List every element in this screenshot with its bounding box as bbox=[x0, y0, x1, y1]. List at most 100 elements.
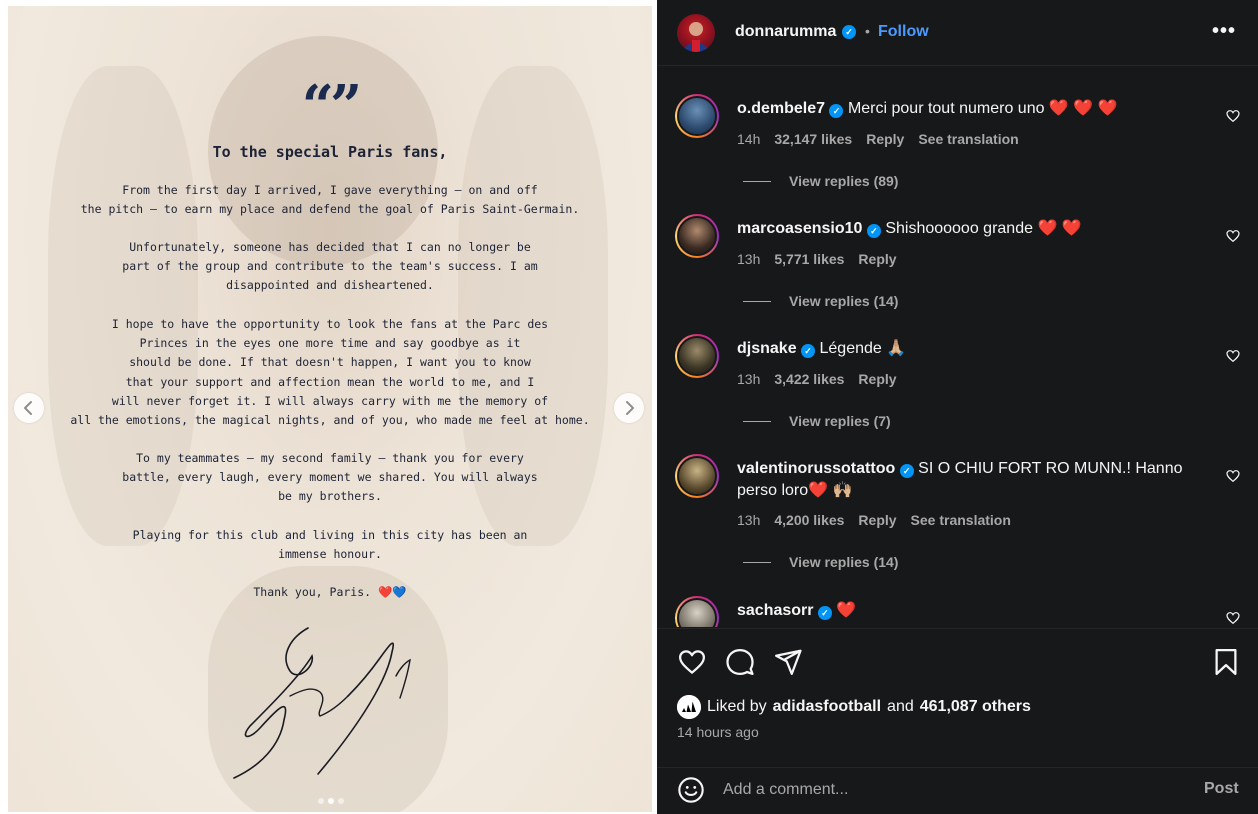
post-actions: Liked by adidasfootball and 461,087 othe… bbox=[657, 628, 1258, 814]
liked-by-others[interactable]: 461,087 others bbox=[920, 698, 1031, 716]
carousel-next-button[interactable] bbox=[614, 393, 644, 423]
letter-paragraph: Playing for this club and living in this… bbox=[132, 528, 528, 562]
letter-paragraph: Unfortunately, someone has decided that … bbox=[122, 240, 538, 293]
letter-paragraph: To my teammates — my second family — tha… bbox=[122, 451, 538, 504]
post-timestamp[interactable]: 14 hours ago bbox=[677, 724, 759, 740]
comment-text-block: djsnake ✓ Légende 🙏🏼 bbox=[737, 338, 1207, 360]
replies-divider bbox=[743, 300, 771, 302]
header-separator: • bbox=[865, 23, 870, 39]
post-media: “” To the special Paris fans, From the f… bbox=[0, 0, 657, 814]
view-replies-button[interactable]: View replies (14) bbox=[743, 554, 898, 570]
comment-composer: Post bbox=[657, 767, 1258, 814]
letter-paragraph: From the first day I arrived, I gave eve… bbox=[80, 183, 580, 217]
letter-paragraph: I hope to have the opportunity to look t… bbox=[70, 317, 590, 428]
farewell-letter: “” To the special Paris fans, From the f… bbox=[8, 6, 652, 812]
view-replies-label: View replies (14) bbox=[789, 293, 899, 309]
commenter-username[interactable]: marcoasensio10 bbox=[737, 220, 862, 237]
commenter-username[interactable]: valentinorussotattoo bbox=[737, 460, 895, 477]
commenter-avatar[interactable] bbox=[675, 214, 719, 258]
chevron-left-icon bbox=[24, 401, 32, 415]
reply-button[interactable]: Reply bbox=[858, 512, 896, 528]
verified-badge-icon: ✓ bbox=[801, 344, 816, 358]
verified-badge-icon: ✓ bbox=[899, 464, 914, 478]
view-replies-label: View replies (14) bbox=[789, 554, 899, 570]
reply-button[interactable]: Reply bbox=[866, 131, 904, 147]
reply-button[interactable]: Reply bbox=[858, 371, 896, 387]
comment-body: Légende 🙏🏼 bbox=[819, 340, 907, 357]
commenter-username[interactable]: o.dembele7 bbox=[737, 100, 825, 117]
comment-time: 13h bbox=[737, 371, 761, 387]
view-replies-label: View replies (89) bbox=[789, 173, 899, 189]
carousel-dot bbox=[338, 798, 344, 804]
carousel-indicator bbox=[318, 798, 344, 804]
author-avatar[interactable] bbox=[677, 14, 715, 52]
view-replies-button[interactable]: View replies (7) bbox=[743, 413, 891, 429]
letter-closing: Thank you, Paris. ❤️💙 bbox=[253, 585, 407, 599]
comment-body: ❤️ bbox=[836, 602, 857, 619]
carousel-dot bbox=[318, 798, 324, 804]
comment-likes[interactable]: 4,200 likes bbox=[774, 512, 844, 528]
comment-input[interactable] bbox=[723, 777, 1163, 803]
view-replies-button[interactable]: View replies (14) bbox=[743, 293, 898, 309]
post-photo: “” To the special Paris fans, From the f… bbox=[8, 6, 652, 812]
share-icon[interactable] bbox=[773, 647, 803, 677]
heart-icon[interactable] bbox=[677, 647, 707, 677]
reply-button[interactable]: Reply bbox=[858, 251, 896, 267]
commenter-avatar[interactable] bbox=[675, 94, 719, 138]
comment-likes[interactable]: 32,147 likes bbox=[774, 131, 852, 147]
see-translation-button[interactable]: See translation bbox=[911, 512, 1011, 528]
handwritten-signature bbox=[233, 627, 411, 779]
commenter-avatar[interactable] bbox=[675, 454, 719, 498]
comment-text-block: marcoasensio10 ✓ Shishoooooo grande ❤️ ❤… bbox=[737, 218, 1207, 240]
comment-icon[interactable] bbox=[725, 647, 755, 677]
view-replies-button[interactable]: View replies (89) bbox=[743, 173, 898, 189]
replies-divider bbox=[743, 420, 771, 422]
comment-meta: 13h 3,422 likes Reply bbox=[737, 371, 897, 387]
comment-heart-icon[interactable] bbox=[1225, 348, 1241, 364]
comment-likes[interactable]: 5,771 likes bbox=[774, 251, 844, 267]
comment-meta: 13h 4,200 likes Reply See translation bbox=[737, 512, 1011, 528]
bookmark-icon[interactable] bbox=[1211, 647, 1241, 677]
carousel-dot-active bbox=[328, 798, 334, 804]
post-comment-button[interactable]: Post bbox=[1204, 780, 1239, 798]
comment-time: 14h bbox=[737, 131, 761, 147]
comment-time: 13h bbox=[737, 512, 761, 528]
quote-mark: “” bbox=[301, 73, 362, 139]
comment-time: 13h bbox=[737, 251, 761, 267]
comment-meta: 13h 5,771 likes Reply bbox=[737, 251, 897, 267]
commenter-username[interactable]: djsnake bbox=[737, 340, 797, 357]
post-header: donnarumma ✓ • Follow ••• bbox=[657, 0, 1258, 66]
more-options-button[interactable]: ••• bbox=[1212, 20, 1236, 43]
comment-heart-icon[interactable] bbox=[1225, 610, 1241, 626]
verified-badge-icon: ✓ bbox=[866, 224, 881, 238]
liked-by-user[interactable]: adidasfootball bbox=[773, 698, 881, 716]
comment-text-block: valentinorussotattoo ✓ SI O CHIU FORT RO… bbox=[737, 458, 1207, 502]
liked-by-summary: Liked by adidasfootball and 461,087 othe… bbox=[677, 695, 1031, 719]
comment-heart-icon[interactable] bbox=[1225, 108, 1241, 124]
commenter-avatar[interactable] bbox=[675, 596, 719, 627]
comments-list[interactable]: o.dembele7 ✓ Merci pour tout numero uno … bbox=[657, 67, 1258, 627]
comment-heart-icon[interactable] bbox=[1225, 468, 1241, 484]
see-translation-button[interactable]: See translation bbox=[918, 131, 1018, 147]
comment-heart-icon[interactable] bbox=[1225, 228, 1241, 244]
comment-likes[interactable]: 3,422 likes bbox=[774, 371, 844, 387]
liked-by-and: and bbox=[887, 698, 914, 715]
commenter-avatar[interactable] bbox=[675, 334, 719, 378]
view-replies-label: View replies (7) bbox=[789, 413, 891, 429]
comment-text-block: o.dembele7 ✓ Merci pour tout numero uno … bbox=[737, 98, 1207, 120]
author-username[interactable]: donnarumma bbox=[735, 23, 836, 41]
letter-salutation: To the special Paris fans, bbox=[212, 143, 448, 161]
replies-divider bbox=[743, 561, 771, 563]
comment-meta: 14h 32,147 likes Reply See translation bbox=[737, 131, 1019, 147]
smiley-icon[interactable] bbox=[677, 776, 705, 804]
carousel-prev-button[interactable] bbox=[14, 393, 44, 423]
commenter-username[interactable]: sachasorr bbox=[737, 602, 814, 619]
adidas-logo-icon[interactable] bbox=[677, 695, 701, 719]
verified-badge-icon: ✓ bbox=[817, 606, 832, 620]
post-side-panel: donnarumma ✓ • Follow ••• o.dembele7 ✓ M… bbox=[657, 0, 1258, 814]
liked-by-prefix: Liked by bbox=[707, 698, 767, 715]
replies-divider bbox=[743, 180, 771, 182]
follow-button[interactable]: Follow bbox=[878, 23, 929, 41]
chevron-right-icon bbox=[626, 401, 634, 415]
comment-body: Merci pour tout numero uno ❤️ ❤️ ❤️ bbox=[847, 100, 1118, 117]
